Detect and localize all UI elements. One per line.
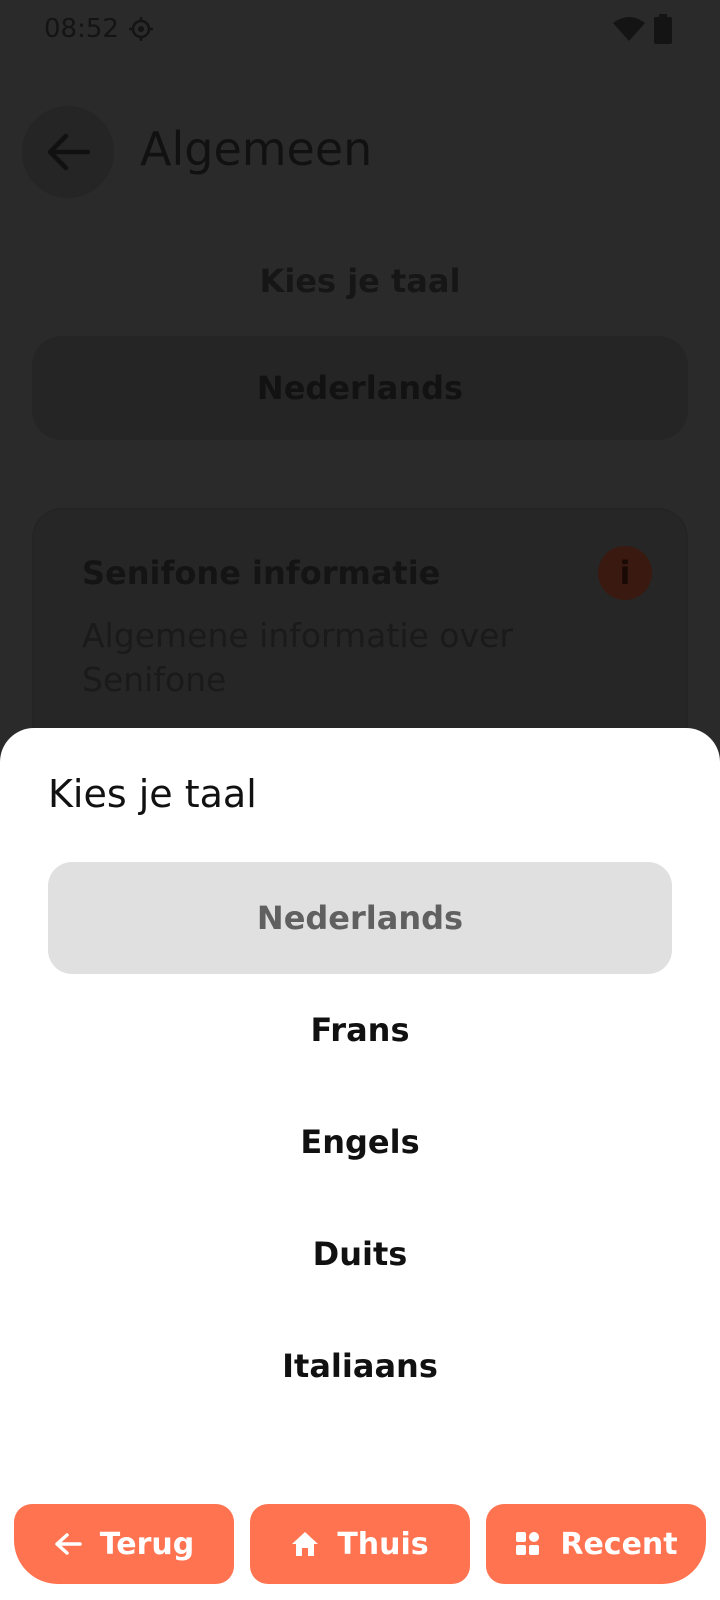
battery-icon <box>654 14 672 44</box>
language-selector[interactable]: Nederlands <box>32 336 688 440</box>
option-label: Frans <box>310 1011 410 1049</box>
info-card-title: Senifone informatie <box>82 554 441 592</box>
language-option-frans[interactable]: Frans <box>48 974 672 1086</box>
sheet-title: Kies je taal <box>48 772 257 816</box>
home-nav-label: Thuis <box>337 1526 429 1562</box>
back-arrow-icon <box>47 133 90 171</box>
back-button[interactable] <box>22 106 114 198</box>
back-nav-button[interactable]: Terug <box>14 1504 234 1584</box>
recent-nav-label: Recent <box>560 1526 678 1562</box>
back-nav-label: Terug <box>99 1526 195 1562</box>
recent-nav-button[interactable]: Recent <box>486 1504 706 1584</box>
language-option-italiaans[interactable]: Italiaans <box>48 1310 672 1422</box>
language-section-label: Kies je taal <box>259 262 461 300</box>
screen: 08:52 Algemeen Kies je taal Nederlands S… <box>0 0 720 1600</box>
status-bar: 08:52 <box>0 0 720 62</box>
language-option-nederlands[interactable]: Nederlands <box>48 862 672 974</box>
language-bottom-sheet: Kies je taal Nederlands Frans Engels Dui… <box>0 728 720 1600</box>
info-icon[interactable]: i <box>598 546 652 600</box>
home-icon <box>291 1530 319 1558</box>
info-card-subtitle: Algemene informatie over Senifone <box>82 616 513 699</box>
apps-icon <box>514 1530 542 1558</box>
status-time: 08:52 <box>44 14 119 44</box>
back-arrow-icon <box>54 1530 82 1558</box>
location-icon <box>129 17 153 41</box>
home-nav-button[interactable]: Thuis <box>250 1504 470 1584</box>
option-label: Duits <box>312 1235 408 1273</box>
option-label: Italiaans <box>282 1347 438 1385</box>
page-title: Algemeen <box>140 122 373 176</box>
language-option-engels[interactable]: Engels <box>48 1086 672 1198</box>
current-language: Nederlands <box>256 369 464 407</box>
language-option-duits[interactable]: Duits <box>48 1198 672 1310</box>
wifi-icon <box>613 17 645 41</box>
option-label: Nederlands <box>256 899 464 937</box>
option-label: Engels <box>300 1123 420 1161</box>
